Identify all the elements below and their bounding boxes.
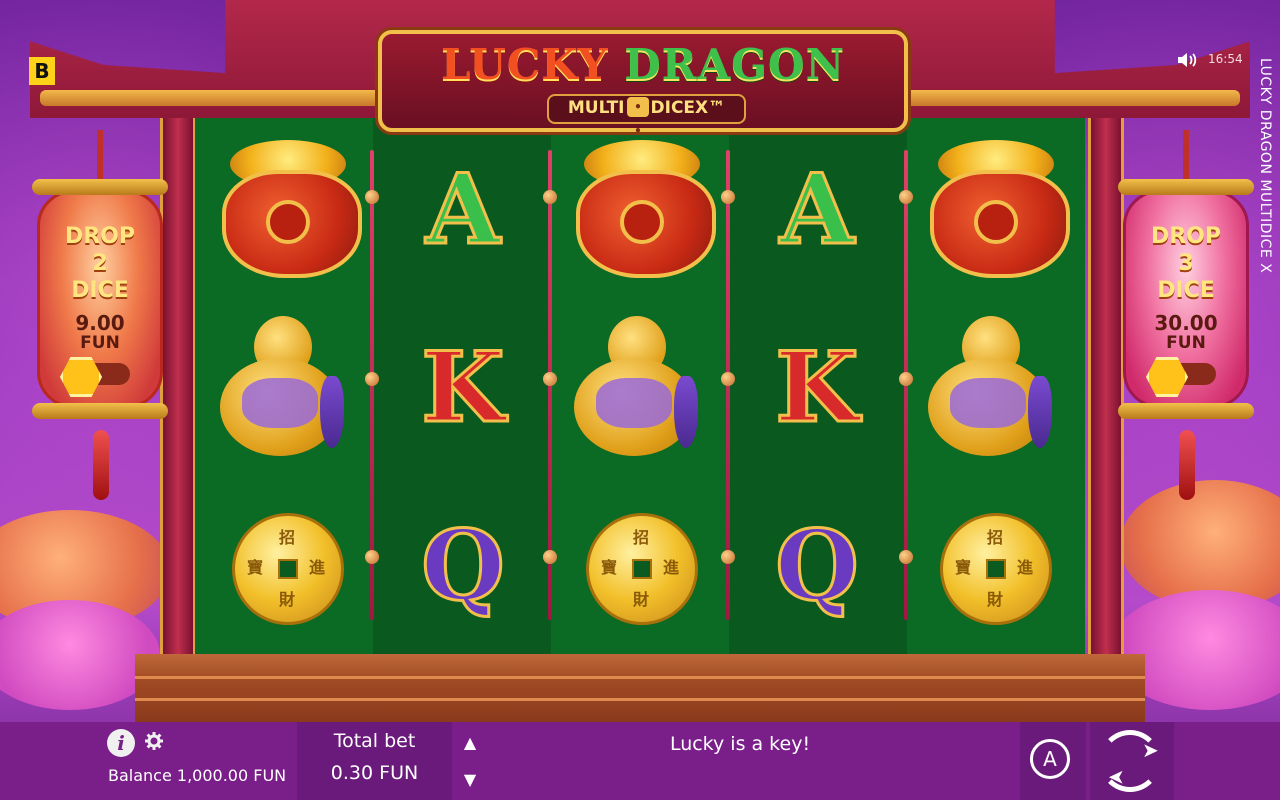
speaker-icon[interactable] <box>1176 50 1198 70</box>
total-bet-value: 0.30 FUN <box>330 762 419 784</box>
reel-divider <box>899 150 913 620</box>
lantern-value: 9.00 <box>75 311 125 335</box>
gourd-symbol <box>574 296 704 456</box>
coin-symbol: 招 進 寶 財 <box>940 513 1052 625</box>
letter-a-symbol: A <box>778 153 855 266</box>
gourd-symbol <box>928 296 1058 456</box>
logo-title: LUCKY DRAGON <box>440 40 846 89</box>
autoplay-button[interactable]: A <box>1020 722 1086 800</box>
reel-divider <box>543 150 557 620</box>
dice-icon <box>626 95 649 143</box>
brand-logo: B <box>29 57 55 85</box>
reel-divider <box>721 150 735 620</box>
clock: 16:54 <box>1208 52 1243 66</box>
lantern-drop-3-dice: DROP 3 DICE 30.00 FUN <box>1118 179 1254 419</box>
game-logo: LUCKY DRAGON MULTIDICEX™ <box>378 30 908 143</box>
coin-symbol: 招 進 寶 財 <box>232 513 344 625</box>
lantern-unit: FUN <box>80 333 120 353</box>
gold-pot-symbol <box>572 134 716 278</box>
total-bet-label: Total bet <box>333 730 416 752</box>
lantern-unit: FUN <box>1166 333 1206 353</box>
gourd-symbol <box>220 296 350 456</box>
temple-pillar-right <box>1088 118 1124 658</box>
bet-increase-button[interactable]: ▲ <box>455 725 485 761</box>
gear-icon[interactable] <box>144 731 164 756</box>
side-game-title: LUCKY DRAGON MULTIDICE X <box>1257 58 1273 274</box>
gold-pot-symbol <box>218 134 362 278</box>
logo-subtitle: MULTIDICEX™ <box>547 94 746 143</box>
info-icon[interactable]: i <box>107 729 135 757</box>
reel-divider <box>365 150 379 620</box>
temple-stage <box>135 654 1145 722</box>
gold-pot-symbol <box>926 134 1070 278</box>
lantern-title: DROP 3 DICE <box>1150 224 1222 303</box>
letter-q-symbol: Q <box>420 509 507 622</box>
letter-a-symbol: A <box>424 153 501 266</box>
lantern-value: 30.00 <box>1154 311 1218 335</box>
bet-decrease-button[interactable]: ▼ <box>455 762 485 798</box>
letter-q-symbol: Q <box>774 509 861 622</box>
coin-symbol: 招 進 寶 財 <box>586 513 698 625</box>
spin-button[interactable]: ➤ ➤ <box>1090 722 1174 800</box>
lantern-title: DROP 2 DICE <box>64 224 136 303</box>
status-message: Lucky is a key! <box>669 733 811 755</box>
lantern-tassel <box>1179 430 1195 500</box>
lantern-drop-2-dice: DROP 2 DICE 9.00 FUN <box>32 179 168 419</box>
lantern-hook <box>1183 130 1189 180</box>
lantern-hook <box>97 130 103 180</box>
lantern-tassel <box>93 430 109 500</box>
balance-display: Balance 1,000.00 FUN <box>108 766 287 785</box>
temple-pillar-left <box>160 118 196 658</box>
letter-k-symbol: K <box>774 331 860 444</box>
autoplay-icon: A <box>1030 739 1070 779</box>
letter-k-symbol: K <box>420 331 506 444</box>
